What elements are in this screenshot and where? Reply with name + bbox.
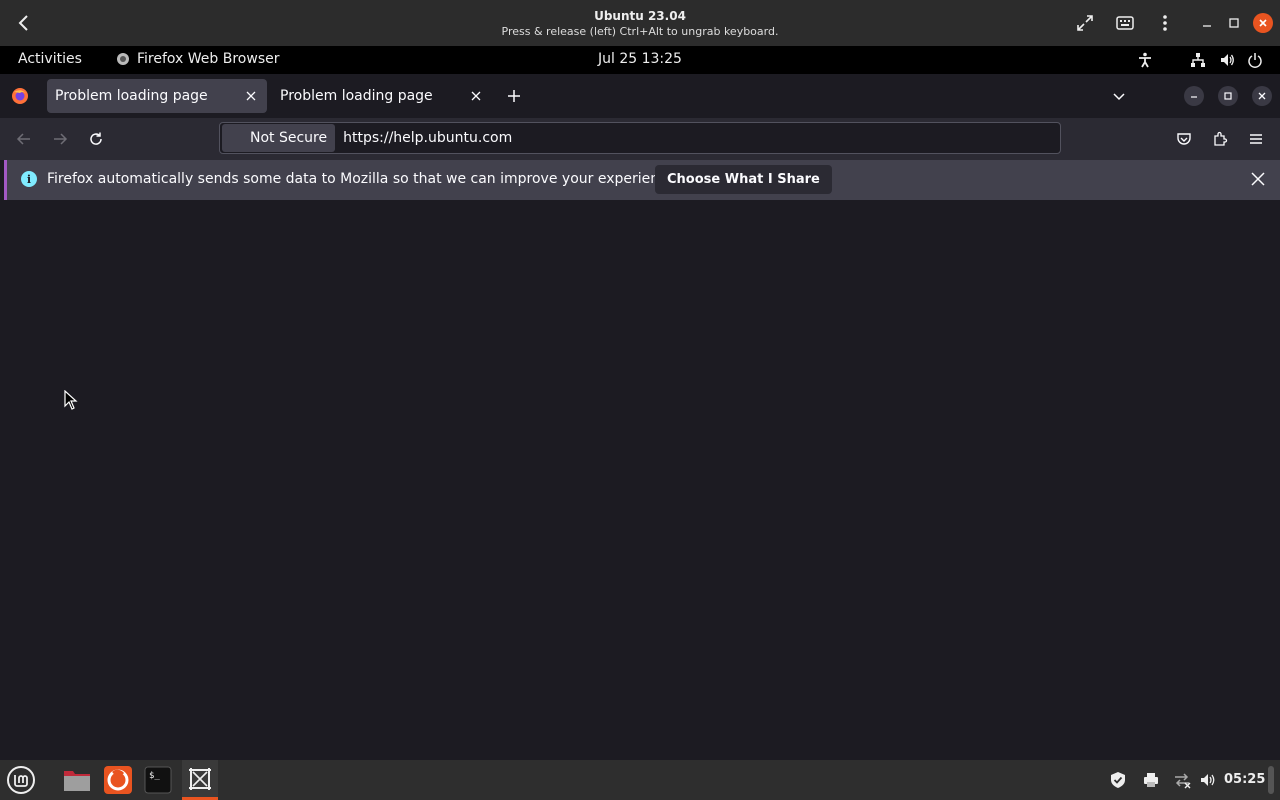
extensions-icon[interactable] — [1210, 129, 1230, 149]
close-icon[interactable] — [1248, 169, 1268, 189]
power-icon[interactable] — [1246, 51, 1264, 69]
page-content — [0, 200, 1280, 760]
tab-bar: Problem loading page Problem loading pag… — [0, 74, 1280, 118]
mint-menu-icon[interactable] — [5, 764, 37, 796]
minimize-icon[interactable] — [1195, 11, 1219, 35]
navigation-toolbar: Not Secure https://help.ubuntu.com — [0, 118, 1280, 160]
notification-bar: i Firefox automatically sends some data … — [4, 160, 1280, 200]
pocket-icon[interactable] — [1174, 129, 1194, 149]
keyboard-icon[interactable] — [1113, 11, 1137, 35]
terminal-icon[interactable]: $_ — [142, 764, 174, 796]
files-icon[interactable] — [61, 764, 93, 796]
screenshot-tool-icon[interactable] — [182, 760, 218, 800]
reload-icon[interactable] — [86, 129, 106, 149]
taskbar: $_ 05:25 — [0, 760, 1280, 800]
not-secure-indicator[interactable]: Not Secure — [222, 124, 336, 152]
notification-message: Firefox automatically sends some data to… — [47, 171, 680, 187]
clock[interactable]: Jul 25 13:25 — [0, 51, 1280, 67]
info-icon: i — [21, 171, 37, 187]
firefox-icon[interactable] — [102, 764, 134, 796]
tab-title: Problem loading page — [280, 88, 433, 104]
more-options-icon[interactable] — [1153, 11, 1177, 35]
show-desktop-handle[interactable] — [1268, 766, 1274, 794]
volume-icon[interactable] — [1218, 51, 1236, 69]
network-icon[interactable] — [1189, 51, 1207, 69]
vm-viewer-header: Ubuntu 23.04 Press & release (left) Ctrl… — [0, 0, 1280, 46]
new-tab-plus-icon[interactable] — [505, 87, 523, 105]
firefox-logo-icon — [11, 87, 29, 105]
choose-what-i-share-button[interactable]: Choose What I Share — [655, 165, 832, 194]
fullscreen-icon[interactable] — [1073, 11, 1097, 35]
maximize-icon[interactable] — [1222, 11, 1246, 35]
tab-active[interactable]: Problem loading page — [47, 79, 267, 113]
mouse-cursor-icon — [64, 389, 78, 410]
back-icon[interactable] — [14, 129, 34, 149]
url-bar[interactable]: Not Secure https://help.ubuntu.com — [219, 122, 1061, 154]
tab-title: Problem loading page — [55, 88, 208, 104]
gnome-top-bar: Activities Firefox Web Browser Jul 25 13… — [0, 46, 1280, 74]
close-tab-icon[interactable] — [243, 88, 259, 104]
shield-icon[interactable] — [1109, 771, 1127, 789]
window-restore-icon[interactable] — [1218, 86, 1238, 106]
printer-icon[interactable] — [1142, 771, 1160, 789]
tab-inactive[interactable]: Problem loading page — [272, 79, 492, 113]
forward-icon[interactable] — [50, 129, 70, 149]
not-secure-label: Not Secure — [250, 130, 328, 146]
hamburger-menu-icon[interactable] — [1246, 129, 1266, 149]
network-disconnected-icon[interactable] — [1173, 771, 1191, 789]
url-text[interactable]: https://help.ubuntu.com — [343, 130, 512, 146]
window-close-icon[interactable] — [1252, 86, 1272, 106]
window-minimize-icon[interactable] — [1184, 86, 1204, 106]
close-tab-icon[interactable] — [468, 88, 484, 104]
volume-icon[interactable] — [1199, 771, 1217, 789]
list-all-tabs-chevron-icon[interactable] — [1110, 87, 1128, 105]
taskbar-clock[interactable]: 05:25 — [1224, 772, 1265, 787]
svg-text:$_: $_ — [149, 771, 160, 781]
accessibility-icon[interactable] — [1136, 51, 1154, 69]
close-icon[interactable] — [1253, 13, 1273, 33]
